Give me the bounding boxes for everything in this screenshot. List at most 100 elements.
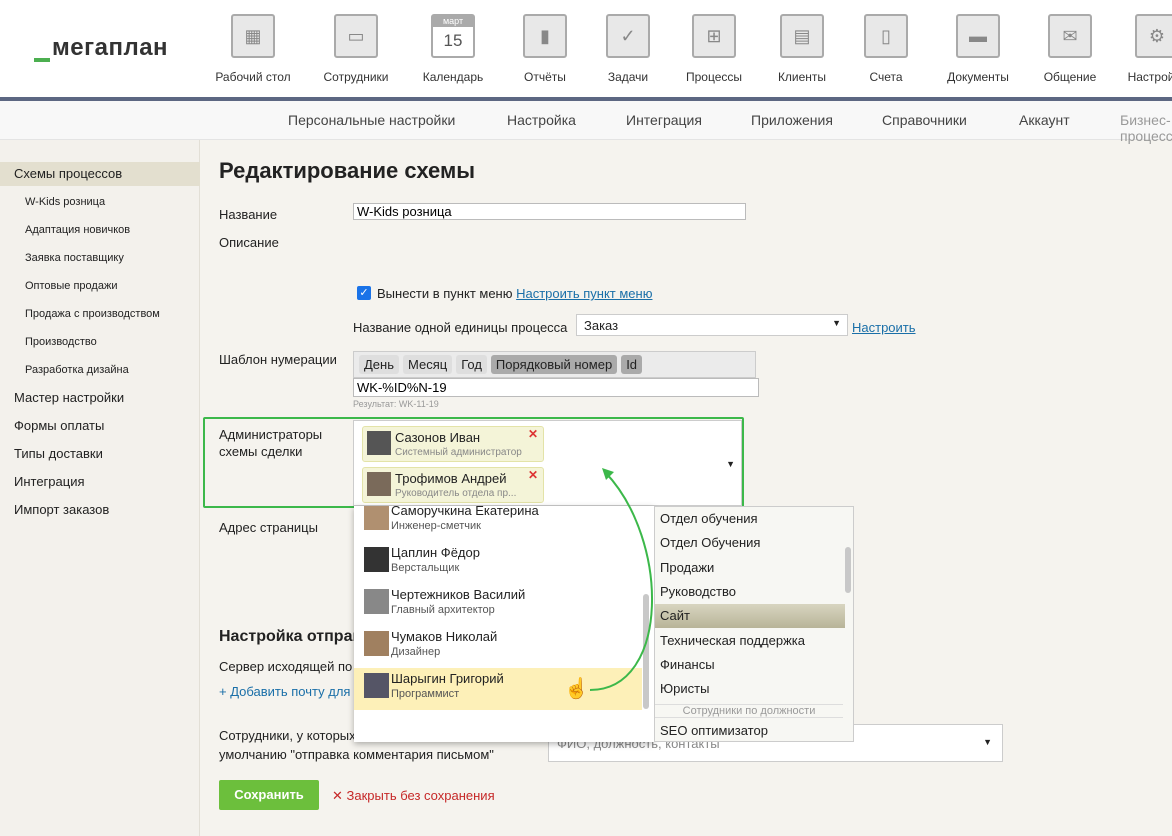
subnav-item[interactable]: Аккаунт (1019, 112, 1070, 128)
chevron-down-icon: ▼ (832, 318, 841, 328)
sidebar-item[interactable]: Производство (0, 330, 200, 354)
numbering-label: Шаблон нумерации (219, 352, 337, 367)
save-button[interactable]: Сохранить (219, 780, 319, 810)
avatar (364, 506, 389, 530)
subnav-item[interactable]: Бизнес-процессы (1120, 112, 1172, 144)
nav-employees[interactable]: ▭ Сотрудники (311, 14, 401, 84)
sidebar-item[interactable]: Заявка поставщику (0, 246, 200, 270)
logo[interactable]: мегаплан (34, 34, 168, 62)
department-option[interactable]: Руководство (655, 580, 845, 604)
sidebar-item[interactable]: Типы доставки (0, 442, 200, 466)
configure-unit-link[interactable]: Настроить (852, 320, 916, 335)
unit-select[interactable]: Заказ ▼ (576, 314, 848, 336)
department-option[interactable]: Продажи (655, 556, 845, 580)
admin-chip: Сазонов Иван Системный администратор ✕ (362, 426, 544, 462)
avatar (364, 589, 389, 614)
gear-icon: ⚙ (1135, 14, 1172, 58)
sidebar-item[interactable]: Схемы процессов (0, 162, 200, 186)
employees-icon: ▭ (334, 14, 378, 58)
subnav-item[interactable]: Настройка (507, 112, 576, 128)
avatar (364, 631, 389, 656)
processes-icon: ⊞ (692, 14, 736, 58)
sidebar: Схемы процессов W-Kids розница Адаптация н… (0, 140, 200, 836)
description-label: Описание (219, 235, 279, 250)
unit-label: Название одной единицы процесса (353, 320, 568, 335)
sub-navigation: Персональные настройки Настройка Интеграци… (0, 101, 1172, 144)
sidebar-item[interactable]: Оптовые продажи (0, 274, 200, 298)
numbering-tokens: День Месяц Год Порядковый номер Id (353, 351, 756, 378)
department-option[interactable]: Сайт (655, 604, 845, 629)
avatar (367, 431, 391, 455)
address-label: Адрес страницы (219, 520, 318, 535)
department-option[interactable]: Юристы (655, 677, 845, 701)
nav-dashboard[interactable]: ▦ Рабочий стол (208, 14, 298, 84)
token-year[interactable]: Год (456, 355, 487, 374)
numbering-result: Результат: WK-11-19 (353, 399, 439, 409)
nav-chat[interactable]: ✉ Общение (1025, 14, 1115, 84)
page-title: Редактирование схемы (219, 158, 476, 183)
clients-icon: ▤ (780, 14, 824, 58)
subnav-item[interactable]: Интеграция (626, 112, 702, 128)
nav-gear[interactable]: ⚙Настройки (1112, 14, 1172, 84)
dashboard-icon: ▦ (231, 14, 275, 58)
position-option[interactable]: SEO оптимизатор (655, 719, 845, 741)
mail-server-label: Сервер исходящей по (219, 659, 353, 674)
tasks-icon: ✓ (606, 14, 650, 58)
documents-icon: ▬ (956, 14, 1000, 58)
subnav-item[interactable]: Приложения (751, 112, 833, 128)
configure-menu-link[interactable]: Настроить пункт меню (516, 286, 652, 301)
subnav-item[interactable]: Справочники (882, 112, 967, 128)
token-id[interactable]: Id (621, 355, 643, 374)
department-option[interactable]: Техническая поддержка (655, 629, 845, 653)
admin-chip: Трофимов Андрей Руководитель отдела пр...… (362, 467, 544, 503)
sidebar-item[interactable]: Интеграция (0, 470, 200, 494)
sidebar-item[interactable]: Формы оплаты (0, 414, 200, 438)
admins-multiselect[interactable]: Сазонов Иван Системный администратор ✕ Тро… (353, 420, 742, 506)
nav-tasks[interactable]: ✓ Задачи (583, 14, 673, 84)
invoices-icon: ▯ (864, 14, 908, 58)
numbering-input[interactable] (353, 378, 759, 397)
menu-checkbox[interactable]: ✓ (357, 286, 371, 300)
admins-label: Администраторы схемы сделки (219, 427, 323, 459)
nav-invoices[interactable]: ▯ Счета (841, 14, 931, 84)
token-sequence[interactable]: Порядковый номер (490, 355, 618, 374)
nav-clients[interactable]: ▤ Клиенты (757, 14, 847, 84)
reports-icon: ▮ (523, 14, 567, 58)
calendar-icon: март 15 (431, 14, 475, 58)
nav-calendar[interactable]: март 15 Календарь (408, 14, 498, 84)
hand-cursor-icon: ☝ (564, 678, 589, 700)
sidebar-item[interactable]: Разработка дизайна (0, 358, 200, 382)
remove-icon[interactable]: ✕ (528, 468, 538, 482)
sidebar-item[interactable]: Мастер настройки (0, 386, 200, 410)
department-option[interactable]: Финансы (655, 653, 845, 677)
chat-icon: ✉ (1048, 14, 1092, 58)
department-option[interactable]: Отдел обучения (655, 507, 845, 531)
nav-documents[interactable]: ▬ Документы (933, 14, 1023, 84)
sidebar-item[interactable]: W-Kids розница (0, 190, 200, 214)
sidebar-item[interactable]: Продажа с производством (0, 302, 200, 326)
chevron-down-icon[interactable]: ▼ (726, 459, 735, 469)
chevron-down-icon: ▼ (983, 737, 992, 747)
calendar-month: март (433, 16, 473, 27)
sidebar-item[interactable]: Импорт заказов (0, 498, 200, 522)
nav-processes[interactable]: ⊞ Процессы (669, 14, 759, 84)
scrollbar[interactable] (845, 547, 851, 593)
avatar (364, 547, 389, 572)
nav-reports[interactable]: ▮ Отчёты (500, 14, 590, 84)
sidebar-item[interactable]: Адаптация новичков (0, 218, 200, 242)
group-header: Сотрудники по должности (655, 704, 843, 718)
close-without-saving-link[interactable]: ✕ Закрыть без сохранения (332, 788, 495, 804)
close-icon: ✕ (332, 788, 343, 803)
department-option[interactable]: Отдел Обучения (655, 531, 845, 555)
menu-checkbox-label: Вынести в пункт меню (377, 286, 513, 301)
drag-arrow (589, 468, 654, 691)
token-month[interactable]: Месяц (403, 355, 453, 374)
name-label: Название (219, 207, 278, 222)
department-dropdown: Отдел обучения Отдел Обучения Продажи Руков… (654, 506, 854, 742)
remove-icon[interactable]: ✕ (528, 427, 538, 441)
name-input[interactable] (353, 203, 746, 220)
subnav-item[interactable]: Персональные настройки (288, 112, 455, 128)
calendar-day: 15 (443, 31, 463, 50)
token-day[interactable]: День (359, 355, 399, 374)
add-mail-link[interactable]: + Добавить почту для (219, 684, 350, 699)
